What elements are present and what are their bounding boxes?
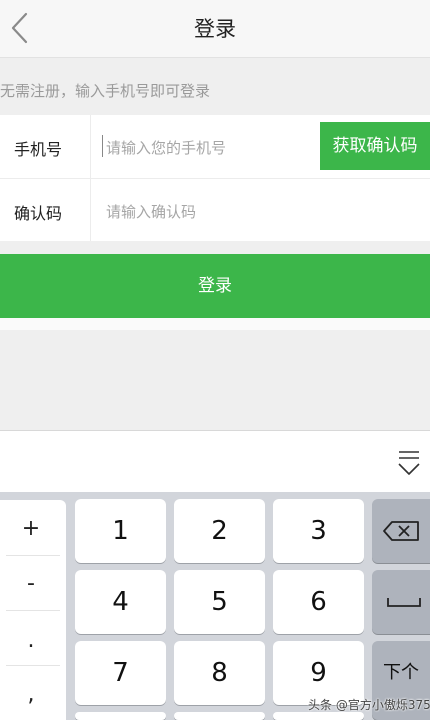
backspace-button[interactable] xyxy=(372,499,430,563)
divider xyxy=(6,665,60,666)
key-row-partial[interactable] xyxy=(273,712,364,720)
space-button[interactable] xyxy=(372,570,430,634)
key-5[interactable]: 5 xyxy=(174,570,265,634)
key-4[interactable]: 4 xyxy=(75,570,166,634)
page-title: 登录 xyxy=(194,17,236,41)
phone-label: 手机号 xyxy=(14,140,63,159)
divider xyxy=(90,115,91,178)
key-7[interactable]: 7 xyxy=(75,641,166,705)
divider xyxy=(6,555,60,556)
code-input[interactable]: 请输入确认码 xyxy=(106,201,196,222)
key-6[interactable]: 6 xyxy=(273,570,364,634)
divider xyxy=(0,178,430,179)
backspace-icon xyxy=(383,521,419,541)
key-1[interactable]: 1 xyxy=(75,499,166,563)
key-2[interactable]: 2 xyxy=(174,499,265,563)
get-code-button[interactable]: 获取确认码 xyxy=(320,122,430,170)
divider xyxy=(6,610,60,611)
keyboard-toolbar xyxy=(0,430,430,492)
keyboard-collapse-icon[interactable] xyxy=(396,448,422,478)
key-plus[interactable]: + xyxy=(0,502,62,556)
login-button[interactable]: 登录 xyxy=(0,254,430,318)
key-0[interactable] xyxy=(174,712,265,720)
key-dot[interactable]: . xyxy=(0,614,62,668)
text-caret xyxy=(102,135,103,157)
divider xyxy=(90,179,91,241)
key-comma[interactable]: , xyxy=(0,668,62,720)
space-icon xyxy=(387,598,421,607)
login-hint: 无需注册，输入手机号即可登录 xyxy=(0,82,211,100)
key-3[interactable]: 3 xyxy=(273,499,364,563)
key-8[interactable]: 8 xyxy=(174,641,265,705)
key-minus[interactable]: - xyxy=(0,557,62,611)
key-row-partial[interactable] xyxy=(75,712,166,720)
divider xyxy=(0,318,430,330)
phone-input[interactable]: 请输入您的手机号 xyxy=(106,137,226,158)
watermark: 头条 @官方小傲烁375 xyxy=(308,698,430,712)
code-label: 确认码 xyxy=(14,204,63,223)
